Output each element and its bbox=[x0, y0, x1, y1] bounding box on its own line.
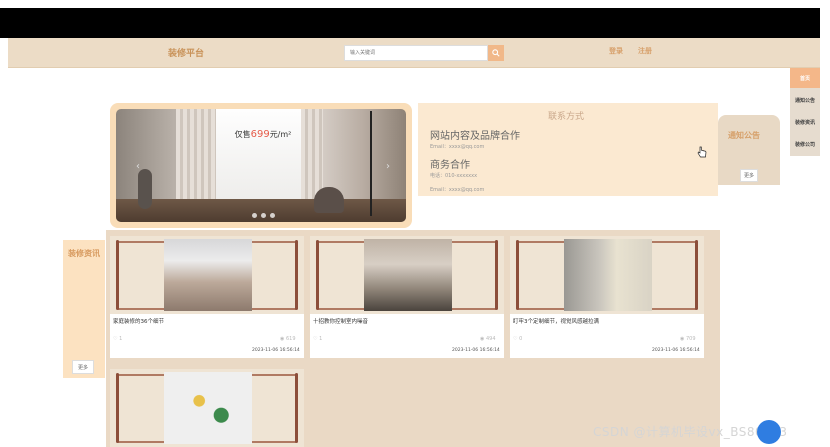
register-link[interactable]: 注册 bbox=[638, 46, 652, 56]
news-card-image bbox=[110, 236, 304, 314]
nav-item-company[interactable]: 装修公司 bbox=[790, 134, 820, 154]
banner-floor bbox=[116, 199, 406, 222]
promo-price: 699 bbox=[250, 129, 270, 140]
login-link[interactable]: 登录 bbox=[609, 46, 623, 56]
search-button[interactable] bbox=[488, 45, 504, 61]
frame bbox=[295, 240, 298, 310]
carousel-dot[interactable] bbox=[252, 213, 257, 218]
search-icon bbox=[492, 49, 500, 57]
carousel-dot[interactable] bbox=[261, 213, 266, 218]
news-card-image bbox=[510, 236, 704, 314]
nav-item-home[interactable]: 首页 bbox=[790, 68, 820, 88]
contact-title: 联系方式 bbox=[548, 112, 585, 122]
contact-panel: 联系方式 网站内容及品牌合作 Email：xxxx@qq.com 商务合作 电话… bbox=[418, 103, 718, 196]
carousel-next-icon[interactable]: › bbox=[386, 161, 396, 173]
like-count-value: 0 bbox=[519, 336, 523, 342]
news-card-time: 2023-11-06 16:56:14 bbox=[452, 348, 500, 353]
notice-more-button[interactable]: 更多 bbox=[740, 169, 758, 182]
tools-photo bbox=[164, 372, 252, 444]
notice-panel: 通知公告 更多 bbox=[718, 115, 780, 185]
hand-cursor-icon bbox=[697, 146, 707, 158]
view-count: ◉ 494 bbox=[480, 336, 496, 342]
news-card-title: 十招教你控制室内噪音 bbox=[313, 319, 369, 325]
news-card-title: 盯牢3个定制细节，视觉风感越拉满 bbox=[513, 319, 600, 325]
banner-window bbox=[211, 109, 301, 209]
nav-item-news[interactable]: 装修资讯 bbox=[790, 112, 820, 132]
notice-title: 通知公告 bbox=[728, 131, 760, 140]
nav-item-notice[interactable]: 通知公告 bbox=[790, 90, 820, 110]
news-title: 装修资讯 bbox=[68, 249, 100, 258]
news-card-time: 2023-11-06 16:56:14 bbox=[252, 348, 300, 353]
news-more-button[interactable]: 更多 bbox=[72, 360, 94, 374]
view-count: ◉ 709 bbox=[680, 336, 696, 342]
frame bbox=[295, 373, 298, 443]
news-card-title: 家庭装修的36个细节 bbox=[113, 319, 164, 325]
contact-section-heading: 商务合作 bbox=[430, 160, 470, 171]
banner-vase bbox=[138, 169, 152, 209]
living-room-photo bbox=[364, 239, 452, 311]
view-count-value: 709 bbox=[685, 336, 696, 342]
frame bbox=[695, 240, 698, 310]
news-side-tab: 装修资讯 更多 bbox=[63, 240, 105, 378]
news-card-time: 2023-11-06 16:56:14 bbox=[652, 348, 700, 353]
carousel-prev-icon[interactable]: ‹ bbox=[136, 161, 146, 173]
news-card-image bbox=[310, 236, 504, 314]
browser-black-bar bbox=[0, 8, 820, 38]
like-count-value: 1 bbox=[319, 336, 323, 342]
frame bbox=[495, 240, 498, 310]
frame bbox=[116, 240, 119, 310]
contact-section-heading: 网站内容及品牌合作 bbox=[430, 131, 520, 142]
contact-email: Email：xxxx@qq.com bbox=[430, 144, 485, 150]
news-card[interactable] bbox=[110, 369, 304, 447]
promo-prefix: 仅售 bbox=[234, 130, 251, 139]
cabinet-photo bbox=[564, 239, 652, 311]
kitchen-photo bbox=[164, 239, 252, 311]
carousel-dot[interactable] bbox=[270, 213, 275, 218]
contact-phone: 电话：010-xxxxxxx bbox=[430, 173, 478, 179]
like-count[interactable]: ♡ 1 bbox=[113, 336, 122, 342]
frame bbox=[316, 240, 319, 310]
site-brand[interactable]: 装修平台 bbox=[168, 46, 204, 59]
contact-email-2: Email：xxxx@qq.com bbox=[430, 187, 485, 193]
view-count-value: 619 bbox=[285, 336, 296, 342]
frame bbox=[116, 373, 119, 443]
banner-lamp bbox=[370, 111, 372, 216]
promo-suffix: 元/m² bbox=[269, 130, 292, 139]
search-box bbox=[344, 45, 504, 61]
banner-image: 仅售699元/m² ‹ › bbox=[116, 109, 406, 222]
like-count-value: 1 bbox=[119, 336, 123, 342]
like-count[interactable]: ♡ 0 bbox=[513, 336, 522, 342]
like-count[interactable]: ♡ 1 bbox=[313, 336, 322, 342]
right-side-nav: 首页 通知公告 装修资讯 装修公司 bbox=[790, 68, 820, 156]
view-count-value: 494 bbox=[485, 336, 496, 342]
floating-action-button[interactable] bbox=[757, 420, 781, 444]
top-margin bbox=[0, 0, 830, 8]
banner-chair bbox=[314, 187, 344, 213]
banner-promo-title: 仅售699元/m² bbox=[228, 129, 298, 140]
frame bbox=[516, 240, 519, 310]
banner-promo: 仅售699元/m² bbox=[228, 129, 298, 140]
news-card[interactable]: 家庭装修的36个细节 ♡ 1 ◉ 619 2023-11-06 16:56:14 bbox=[110, 236, 304, 358]
site-header: 装修平台 登录 注册 bbox=[8, 38, 820, 68]
search-input[interactable] bbox=[344, 45, 488, 61]
carousel-dots bbox=[252, 213, 275, 218]
news-card[interactable]: 盯牢3个定制细节，视觉风感越拉满 ♡ 0 ◉ 709 2023-11-06 16… bbox=[510, 236, 704, 358]
news-card[interactable]: 十招教你控制室内噪音 ♡ 1 ◉ 494 2023-11-06 16:56:14 bbox=[310, 236, 504, 358]
banner-carousel[interactable]: 仅售699元/m² ‹ › bbox=[110, 103, 412, 228]
view-count: ◉ 619 bbox=[280, 336, 296, 342]
news-card-image bbox=[110, 369, 304, 447]
